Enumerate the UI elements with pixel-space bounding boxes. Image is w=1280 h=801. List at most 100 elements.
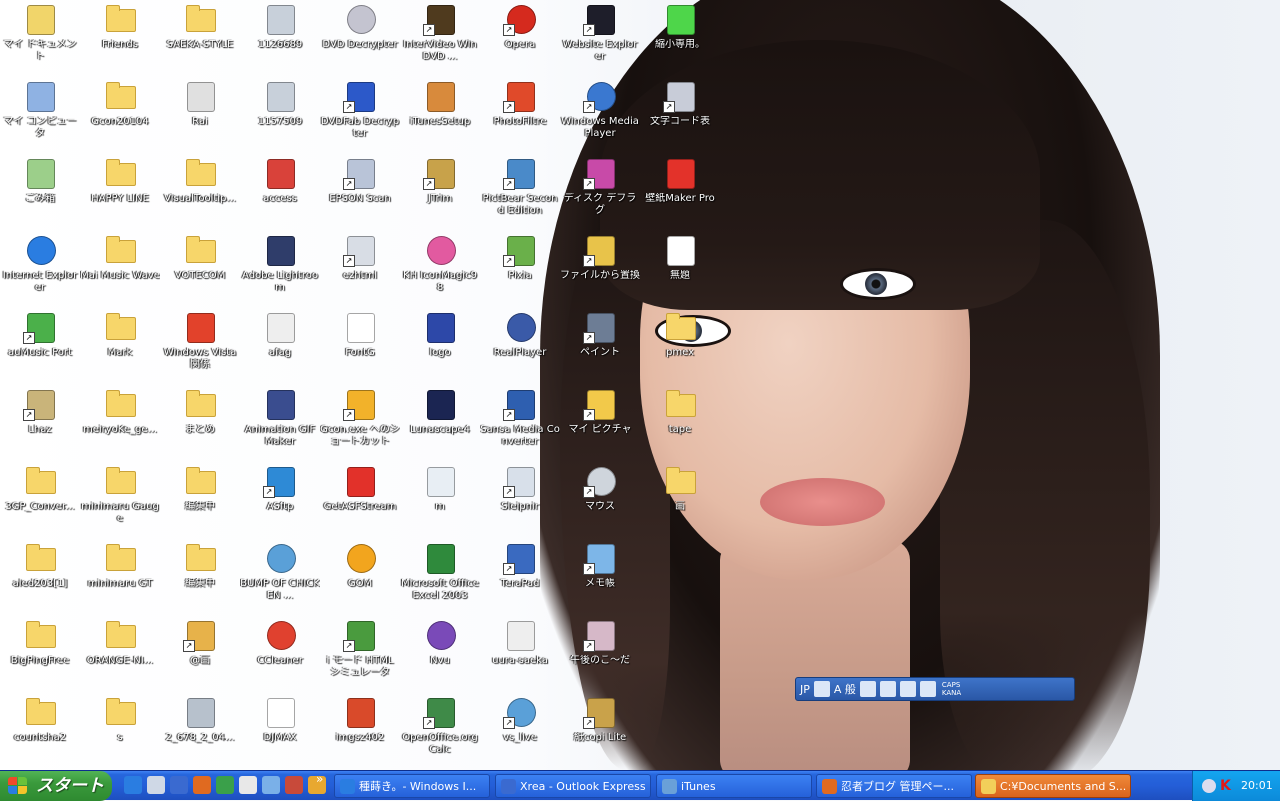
desktop-icon[interactable]: 3GP_Conver... xyxy=(0,462,80,539)
desktop-icon[interactable]: Adobe Lightroom xyxy=(240,231,320,308)
desktop-icon[interactable]: ↗ auMusic Port xyxy=(0,308,80,385)
desktop-icon[interactable]: m xyxy=(400,462,480,539)
desktop-icon[interactable]: ↗ Windows Media Player xyxy=(560,77,640,154)
desktop-icon[interactable]: Friends xyxy=(80,0,160,77)
desktop-icon[interactable]: VisualTooltip... xyxy=(160,154,240,231)
taskbar-button[interactable]: 忍者ブログ 管理ペー... xyxy=(816,774,972,798)
desktop-icon[interactable]: マイ コンピュータ xyxy=(0,77,80,154)
desktop-icon[interactable]: Windows Vista 関係 xyxy=(160,308,240,385)
desktop-icon[interactable]: minimaru GT xyxy=(80,539,160,616)
desktop-icon[interactable]: meiryoKe_ge... xyxy=(80,385,160,462)
desktop-icon[interactable]: ↗ vs_live xyxy=(480,693,560,770)
desktop-icon[interactable]: 縮小専用。 xyxy=(640,0,720,77)
quick-launch-icon[interactable] xyxy=(124,776,142,794)
desktop-icon[interactable]: BUMP OF CHICKEN ... xyxy=(240,539,320,616)
desktop-icon[interactable]: iTunesSetup xyxy=(400,77,480,154)
quick-launch-icon[interactable] xyxy=(147,776,165,794)
desktop-icon[interactable]: ↗ 紙copi Lite xyxy=(560,693,640,770)
desktop-icon[interactable]: ↗ EPSON Scan xyxy=(320,154,400,231)
language-bar[interactable]: JP A 般 CAPS KANA xyxy=(795,677,1075,701)
desktop-icon[interactable]: s xyxy=(80,693,160,770)
desktop-icon[interactable]: ↗ DVDFab Decrypter xyxy=(320,77,400,154)
desktop-icon[interactable]: ↗ PictBear Second Edition xyxy=(480,154,560,231)
desktop-icon[interactable]: ↗ マウス xyxy=(560,462,640,539)
desktop-icon[interactable]: Rai xyxy=(160,77,240,154)
desktop-icon[interactable]: SAEKA-STYLE xyxy=(160,0,240,77)
desktop-icon[interactable]: pmex xyxy=(640,308,720,385)
desktop-icon[interactable]: 編集中 xyxy=(160,462,240,539)
desktop-icon[interactable]: countsha2 xyxy=(0,693,80,770)
ime-language[interactable]: JP xyxy=(800,683,810,696)
desktop-icon[interactable]: 1157509 xyxy=(240,77,320,154)
desktop-icon[interactable]: GetASFStream xyxy=(320,462,400,539)
desktop-icon[interactable]: ↗ PhotoFiltre xyxy=(480,77,560,154)
desktop-icon[interactable]: DVD Decrypter xyxy=(320,0,400,77)
desktop-icon[interactable]: Nvu xyxy=(400,616,480,693)
desktop-icon[interactable]: ↗ ASftp xyxy=(240,462,320,539)
desktop-icon[interactable]: ↗ @画 xyxy=(160,616,240,693)
desktop-icon[interactable]: 2_678_2_04... xyxy=(160,693,240,770)
quick-launch-more-button[interactable]: » xyxy=(316,772,323,786)
desktop-icon[interactable]: aled203[1] xyxy=(0,539,80,616)
desktop-icon[interactable]: access xyxy=(240,154,320,231)
taskbar-button[interactable]: Xrea - Outlook Express xyxy=(495,774,651,798)
desktop-icon[interactable]: ごみ箱 xyxy=(0,154,80,231)
ime-input-mode[interactable]: A 般 xyxy=(834,681,856,697)
desktop-icon[interactable]: Gcon20104 xyxy=(80,77,160,154)
clock[interactable]: 20:01 xyxy=(1241,771,1273,801)
desktop-icon[interactable]: ↗ Opera xyxy=(480,0,560,77)
desktop-icon[interactable]: HAPPY LINE xyxy=(80,154,160,231)
desktop-icon[interactable]: DJMAX xyxy=(240,693,320,770)
quick-launch-icon[interactable] xyxy=(262,776,280,794)
desktop-icon[interactable]: afag xyxy=(240,308,320,385)
desktop-icon[interactable]: ↗ Lhaz xyxy=(0,385,80,462)
quick-launch-icon[interactable] xyxy=(239,776,257,794)
dictionary-icon[interactable] xyxy=(879,681,896,697)
quick-launch-icon[interactable] xyxy=(170,776,188,794)
desktop-icon[interactable]: ↗ TeraPad xyxy=(480,539,560,616)
desktop-icon[interactable]: Mai Music Wave xyxy=(80,231,160,308)
desktop-icon[interactable]: 無題 xyxy=(640,231,720,308)
desktop-icon[interactable]: Microsoft Office Excel 2003 xyxy=(400,539,480,616)
desktop-icon[interactable]: ↗ ezhtml xyxy=(320,231,400,308)
desktop-icon[interactable]: まとめ xyxy=(160,385,240,462)
tray-sound-icon[interactable] xyxy=(1202,779,1216,793)
desktop-icon[interactable]: tape xyxy=(640,385,720,462)
desktop-icon[interactable]: GOM xyxy=(320,539,400,616)
desktop-icon[interactable]: CCleaner xyxy=(240,616,320,693)
desktop-icon[interactable]: FontG xyxy=(320,308,400,385)
desktop-icon[interactable]: ↗ Pixia xyxy=(480,231,560,308)
desktop-icon[interactable]: 壁紙Maker Pro xyxy=(640,154,720,231)
desktop-icon[interactable]: ↗ 文字コード表 xyxy=(640,77,720,154)
desktop-icon[interactable]: minimaru Gauge xyxy=(80,462,160,539)
desktop-icon[interactable]: 画 xyxy=(640,462,720,539)
desktop-icon[interactable]: ↗ Website Explorer xyxy=(560,0,640,77)
desktop-icon[interactable]: VOTECOM xyxy=(160,231,240,308)
desktop-icon[interactable]: ORANGE-NI... xyxy=(80,616,160,693)
quick-launch-icon[interactable] xyxy=(216,776,234,794)
tray-kaspersky-icon[interactable]: K xyxy=(1220,779,1232,793)
desktop-icon[interactable]: RealPlayer xyxy=(480,308,560,385)
desktop-icon[interactable]: logo xyxy=(400,308,480,385)
start-button[interactable]: スタート xyxy=(0,771,112,801)
desktop-icon[interactable]: KH IconMagic98 xyxy=(400,231,480,308)
taskbar-button[interactable]: 種蒔き。- Windows I... xyxy=(334,774,490,798)
desktop-icon[interactable]: ↗ i モード HTML シミュレータ xyxy=(320,616,400,693)
desktop-icon[interactable]: BigPingFree xyxy=(0,616,80,693)
desktop-icon[interactable]: マイ ドキュメント xyxy=(0,0,80,77)
desktop-icon[interactable]: ↗ Sansa Media Converter xyxy=(480,385,560,462)
desktop-icon[interactable]: 1126689 xyxy=(240,0,320,77)
desktop-icon[interactable]: imgsz402 xyxy=(320,693,400,770)
taskbar-button[interactable]: C:¥Documents and S... xyxy=(975,774,1131,798)
desktop-icon[interactable]: ↗ ファイルから置換 xyxy=(560,231,640,308)
desktop-icon[interactable]: Internet Explorer xyxy=(0,231,80,308)
desktop-icon[interactable]: ↗ マイ ピクチャ xyxy=(560,385,640,462)
ime-pad-icon[interactable] xyxy=(859,681,876,697)
keyboard-icon[interactable] xyxy=(813,681,830,697)
desktop-icon[interactable]: Mark xyxy=(80,308,160,385)
desktop-icon[interactable]: ↗ ディスク デフラグ xyxy=(560,154,640,231)
desktop-icon[interactable]: ↗ JTrim xyxy=(400,154,480,231)
desktop-icon[interactable]: ↗ 午後のこ～だ xyxy=(560,616,640,693)
desktop-icon[interactable]: ↗ Sleipnir xyxy=(480,462,560,539)
desktop-icon[interactable]: Lunascape4 xyxy=(400,385,480,462)
